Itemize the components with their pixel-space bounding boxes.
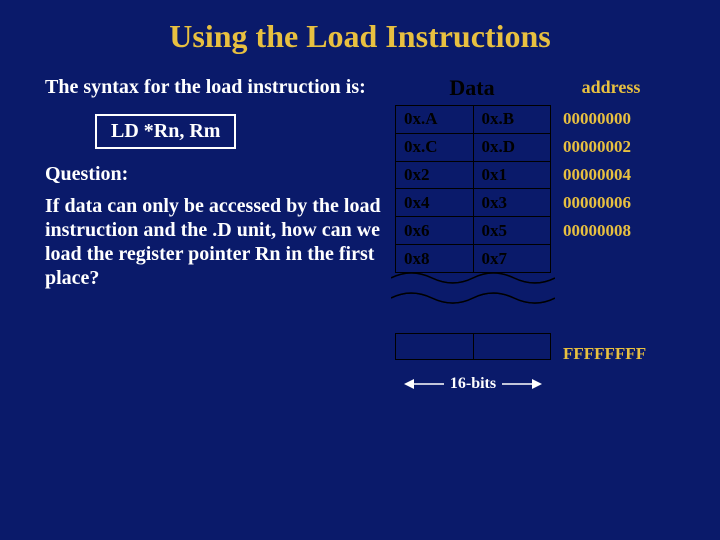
address-value [563, 245, 631, 273]
instruction-box: LD *Rn, Rm [95, 114, 236, 149]
cell: 0x.B [473, 106, 551, 134]
address-value: 00000000 [563, 105, 631, 133]
table-headers: Data address [395, 75, 700, 101]
memory-end-table [395, 333, 551, 360]
arrow-left-icon [404, 377, 444, 391]
question-label: Question: [45, 163, 385, 186]
slide-title: Using the Load Instructions [0, 0, 720, 65]
cell: 0x6 [396, 217, 474, 245]
cell: 0x3 [473, 189, 551, 217]
address-value: 00000008 [563, 217, 631, 245]
table-row [396, 334, 551, 360]
end-address: FFFFFFFF [563, 344, 646, 364]
table-row: 0x2 0x1 [396, 161, 551, 189]
syntax-text: The syntax for the load instruction is: [45, 75, 385, 100]
cell [396, 334, 474, 360]
cell: 0x4 [396, 189, 474, 217]
right-column: Data address 0x.A 0x.B 0x.C 0x.D 0x2 0x1… [395, 75, 700, 360]
cell [473, 334, 551, 360]
address-column: 00000000 00000002 00000004 00000006 0000… [563, 105, 631, 273]
cell: 0x.A [396, 106, 474, 134]
cell: 0x7 [473, 245, 551, 273]
table-row: 0x8 0x7 [396, 245, 551, 273]
cell: 0x5 [473, 217, 551, 245]
table-wrap: 0x.A 0x.B 0x.C 0x.D 0x2 0x1 0x4 0x3 0x6 [395, 105, 700, 273]
cell: 0x.D [473, 133, 551, 161]
table-row: 0x4 0x3 [396, 189, 551, 217]
content-area: The syntax for the load instruction is: … [0, 65, 720, 360]
left-column: The syntax for the load instruction is: … [45, 75, 395, 360]
cell: 0x2 [396, 161, 474, 189]
address-value: 00000006 [563, 189, 631, 217]
arrow-right-icon [502, 377, 542, 391]
question-body: If data can only be accessed by the load… [45, 194, 385, 290]
address-value: 00000004 [563, 161, 631, 189]
cell: 0x1 [473, 161, 551, 189]
address-header: address [551, 75, 671, 101]
table-row: 0x.C 0x.D [396, 133, 551, 161]
width-text: 16-bits [444, 375, 502, 393]
table-row: 0x6 0x5 [396, 217, 551, 245]
address-value: 00000002 [563, 133, 631, 161]
memory-break-icon [391, 268, 555, 316]
table-row: 0x.A 0x.B [396, 106, 551, 134]
data-header: Data [393, 75, 551, 101]
data-table: 0x.A 0x.B 0x.C 0x.D 0x2 0x1 0x4 0x3 0x6 [395, 105, 551, 273]
cell: 0x8 [396, 245, 474, 273]
cell: 0x.C [396, 133, 474, 161]
width-indicator: 16-bits [395, 375, 551, 393]
